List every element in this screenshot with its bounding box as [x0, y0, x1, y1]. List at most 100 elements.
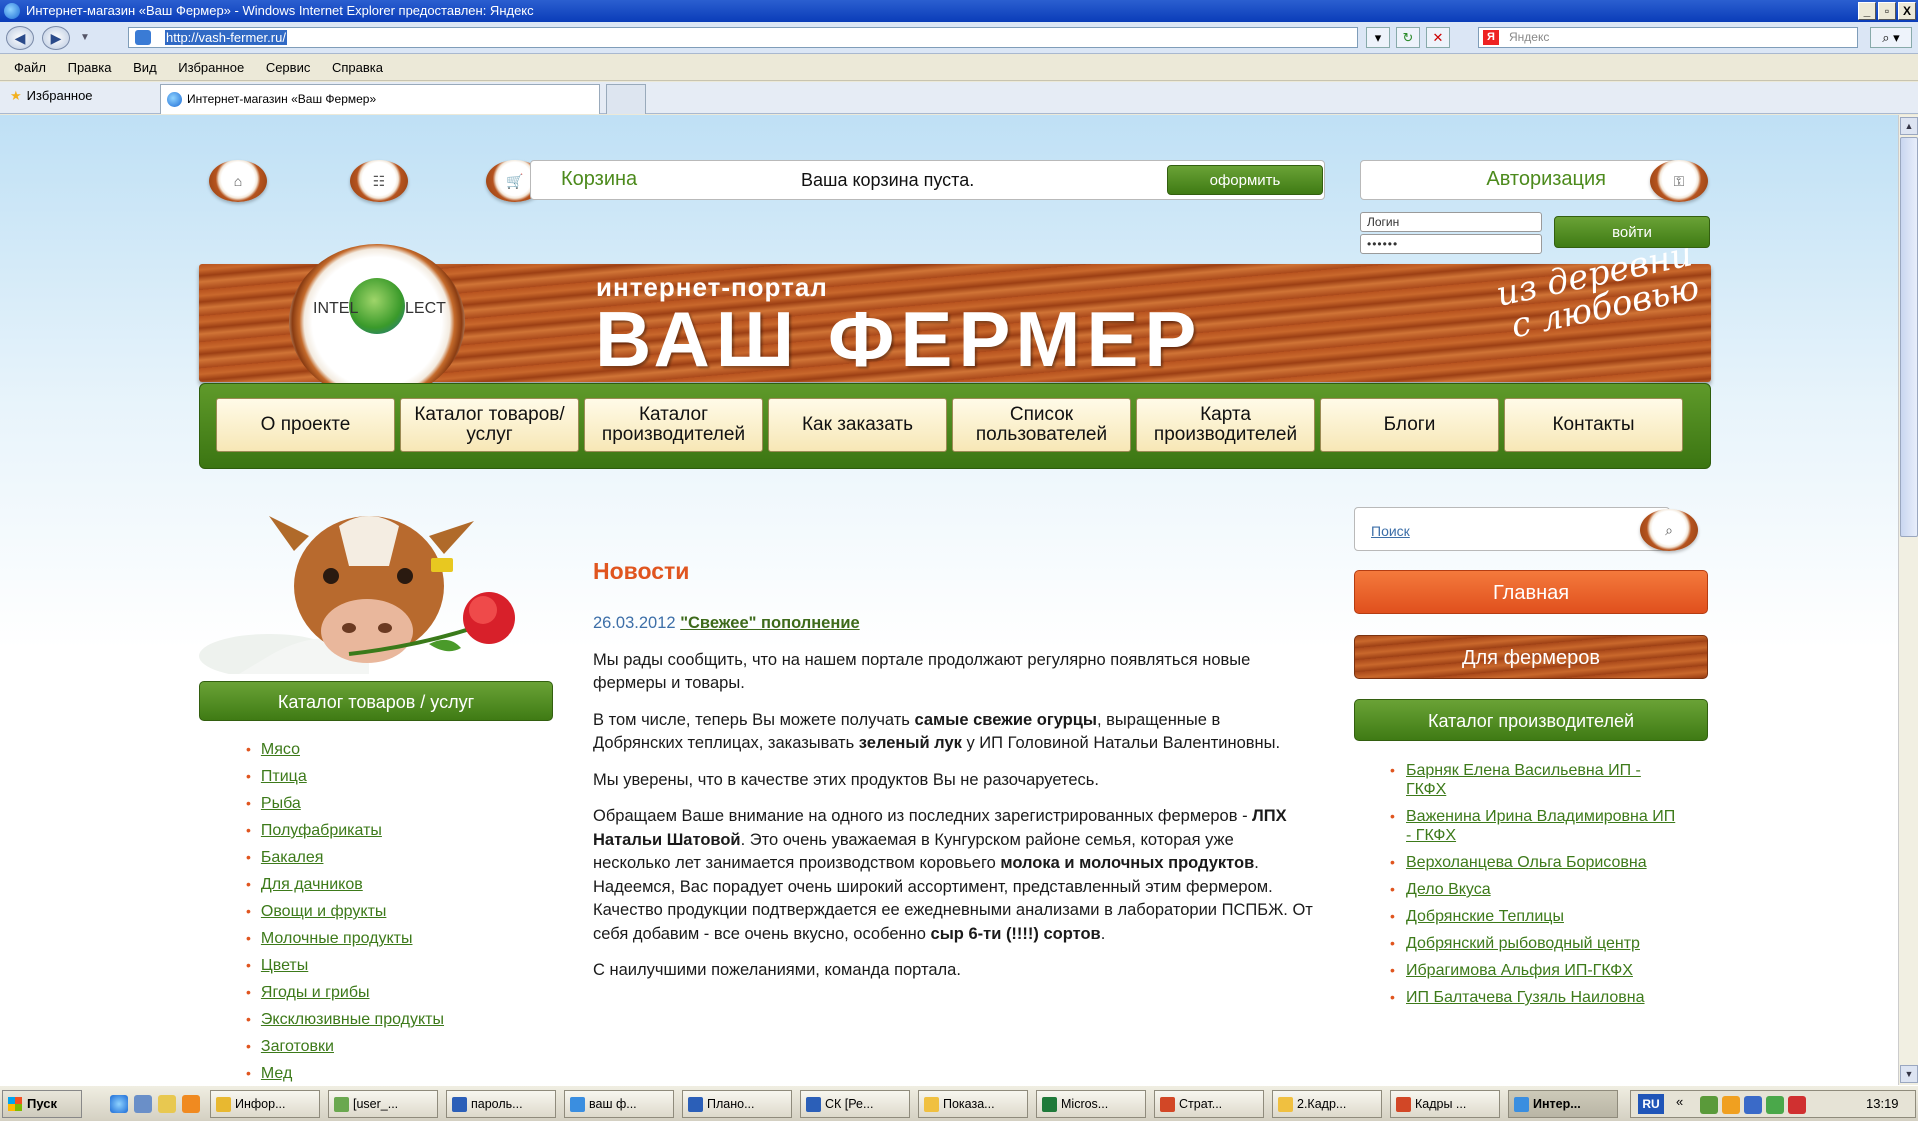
- taskbar-task[interactable]: ваш ф...: [564, 1090, 674, 1118]
- taskbar-task[interactable]: пароль...: [446, 1090, 556, 1118]
- producer-link[interactable]: Барняк Елена Васильевна ИП - ГКФХ: [1406, 762, 1641, 798]
- catalog-header[interactable]: Каталог товаров / услуг: [199, 681, 553, 721]
- nav-users-list[interactable]: Список пользователей: [952, 398, 1131, 452]
- menu-edit[interactable]: Правка: [59, 55, 121, 81]
- taskbar-task[interactable]: 2.Кадр...: [1272, 1090, 1382, 1118]
- producer-link[interactable]: Добрянские Теплицы: [1406, 908, 1564, 925]
- taskbar-task[interactable]: Страт...: [1154, 1090, 1264, 1118]
- favorites-button[interactable]: Избранное: [10, 88, 93, 104]
- producer-link[interactable]: Ибрагимова Альфия ИП-ГКФХ: [1406, 962, 1633, 979]
- main-page-button[interactable]: Главная: [1354, 570, 1708, 614]
- new-tab-button[interactable]: [606, 84, 646, 114]
- menu-help[interactable]: Справка: [323, 55, 392, 81]
- address-toolbar: ◀ ▶ ▼ http://vash-fermer.ru/ ▾ ↻ ✕ Я Янд…: [0, 22, 1918, 54]
- taskbar-task[interactable]: Интер...: [1508, 1090, 1618, 1118]
- producer-link[interactable]: ИП Балтачева Гузяль Наиловна: [1406, 989, 1645, 1006]
- vertical-scrollbar[interactable]: ▲ ▼: [1898, 115, 1918, 1085]
- scroll-down-icon[interactable]: ▼: [1900, 1065, 1918, 1083]
- password-field[interactable]: ••••••: [1360, 234, 1542, 254]
- address-url: http://vash-fermer.ru/: [165, 30, 287, 45]
- catalog-link[interactable]: Мед: [261, 1065, 292, 1082]
- history-dropdown-icon[interactable]: ▼: [80, 32, 90, 43]
- home-icon[interactable]: ⌂: [209, 160, 267, 202]
- tray-network-icon[interactable]: [1744, 1096, 1762, 1114]
- catalog-link[interactable]: Для дачников: [261, 876, 363, 893]
- search-input[interactable]: Я Яндекс: [1478, 27, 1858, 48]
- address-dropdown-button[interactable]: ▾: [1366, 27, 1390, 48]
- taskbar-task[interactable]: Кадры ...: [1390, 1090, 1500, 1118]
- taskbar-task[interactable]: [user_...: [328, 1090, 438, 1118]
- catalog-link[interactable]: Рыба: [261, 795, 301, 812]
- taskbar-task[interactable]: Micros...: [1036, 1090, 1146, 1118]
- catalog-link[interactable]: Эксклюзивные продукты: [261, 1011, 444, 1028]
- catalog-link[interactable]: Бакалея: [261, 849, 324, 866]
- back-button[interactable]: ◀: [6, 26, 34, 50]
- cart-title[interactable]: Корзина: [561, 168, 637, 191]
- nav-producers-map[interactable]: Карта производителей: [1136, 398, 1315, 452]
- menu-tools[interactable]: Сервис: [257, 55, 320, 81]
- nav-how-to-order[interactable]: Как заказать: [768, 398, 947, 452]
- producer-link[interactable]: Добрянский рыбоводный центр: [1406, 935, 1640, 952]
- site-search-input[interactable]: Поиск: [1354, 507, 1670, 551]
- menu-view[interactable]: Вид: [124, 55, 166, 81]
- tray-app-icon[interactable]: [1766, 1096, 1784, 1114]
- site-logo[interactable]: INTEL LECT: [289, 244, 465, 400]
- stop-icon[interactable]: ✕: [1426, 27, 1450, 48]
- nav-contacts[interactable]: Контакты: [1504, 398, 1683, 452]
- checkout-button[interactable]: оформить: [1167, 165, 1323, 195]
- catalog-link[interactable]: Молочные продукты: [261, 930, 413, 947]
- catalog-link[interactable]: Цветы: [261, 957, 308, 974]
- producer-link[interactable]: Важенина Ирина Владимировна ИП - ГКФХ: [1406, 808, 1675, 844]
- tray-app-icon[interactable]: [1722, 1096, 1740, 1114]
- taskbar-task[interactable]: Показа...: [918, 1090, 1028, 1118]
- search-icon[interactable]: ⌕: [1640, 509, 1698, 551]
- scroll-thumb[interactable]: [1900, 137, 1918, 537]
- nav-about[interactable]: О проекте: [216, 398, 395, 452]
- task-app-icon: [1160, 1097, 1175, 1112]
- sitemap-icon[interactable]: ☷: [350, 160, 408, 202]
- help-quicklaunch-icon[interactable]: [158, 1095, 176, 1113]
- for-farmers-button[interactable]: Для фермеров: [1354, 635, 1708, 679]
- minimize-button[interactable]: _: [1858, 2, 1876, 20]
- login-field[interactable]: Логин: [1360, 212, 1542, 232]
- scroll-up-icon[interactable]: ▲: [1900, 117, 1918, 135]
- window-controls: _ ▫ X: [1858, 2, 1916, 20]
- producer-link[interactable]: Верхоланцева Ольга Борисовна: [1406, 854, 1647, 871]
- catalog-link[interactable]: Ягоды и грибы: [261, 984, 370, 1001]
- taskbar-task[interactable]: Плано...: [682, 1090, 792, 1118]
- language-indicator[interactable]: RU: [1638, 1094, 1664, 1114]
- forward-button[interactable]: ▶: [42, 26, 70, 50]
- search-icon[interactable]: ⌕ ▾: [1870, 27, 1912, 48]
- nav-producers-catalog[interactable]: Каталог производителей: [584, 398, 763, 452]
- maximize-button[interactable]: ▫: [1878, 2, 1896, 20]
- app-quicklaunch-icon[interactable]: [182, 1095, 200, 1113]
- page-viewport: ⌂ ☷ 🛒 Корзина Ваша корзина пуста. оформи…: [0, 115, 1898, 1085]
- cart-status: Ваша корзина пуста.: [801, 170, 975, 190]
- address-input[interactable]: http://vash-fermer.ru/: [128, 27, 1358, 48]
- tray-expand-icon[interactable]: «: [1676, 1094, 1683, 1109]
- tray-app-icon[interactable]: [1700, 1096, 1718, 1114]
- menu-favorites[interactable]: Избранное: [169, 55, 253, 81]
- producers-header[interactable]: Каталог производителей: [1354, 699, 1708, 741]
- catalog-link[interactable]: Птица: [261, 768, 307, 785]
- taskbar-task[interactable]: Инфор...: [210, 1090, 320, 1118]
- producer-link[interactable]: Дело Вкуса: [1406, 881, 1491, 898]
- start-button[interactable]: Пуск: [2, 1090, 82, 1118]
- search-label[interactable]: Поиск: [1371, 523, 1410, 539]
- news-headline-link[interactable]: "Свежее" пополнение: [680, 614, 859, 632]
- nav-blogs[interactable]: Блоги: [1320, 398, 1499, 452]
- close-button[interactable]: X: [1898, 2, 1916, 20]
- catalog-link[interactable]: Полуфабрикаты: [261, 822, 382, 839]
- menu-file[interactable]: Файл: [0, 55, 55, 81]
- taskbar-task[interactable]: СК [Ре...: [800, 1090, 910, 1118]
- catalog-link[interactable]: Овощи и фрукты: [261, 903, 386, 920]
- ie-quicklaunch-icon[interactable]: [110, 1095, 128, 1113]
- catalog-link[interactable]: Мясо: [261, 741, 300, 758]
- desktop-quicklaunch-icon[interactable]: [134, 1095, 152, 1113]
- catalog-link[interactable]: Заготовки: [261, 1038, 334, 1055]
- refresh-icon[interactable]: ↻: [1396, 27, 1420, 48]
- nav-goods-catalog[interactable]: Каталог товаров/услуг: [400, 398, 579, 452]
- tray-antivirus-icon[interactable]: [1788, 1096, 1806, 1114]
- browser-tab[interactable]: Интернет-магазин «Ваш Фермер»: [160, 84, 600, 114]
- bold-text: самые свежие огурцы: [914, 710, 1097, 729]
